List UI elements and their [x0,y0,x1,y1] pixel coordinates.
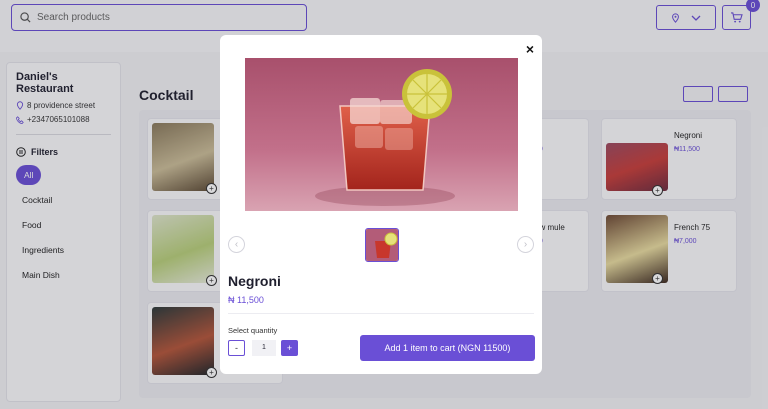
modal-divider [228,313,534,314]
product-hero-image [245,58,518,211]
negroni-photo [245,58,518,211]
product-name: Negroni [228,273,281,289]
previous-image-button[interactable]: ‹ [228,236,245,253]
quantity-label: Select quantity [228,326,278,335]
product-modal: × ‹ › Negroni ₦ 11,500 Select quantity -… [220,35,542,374]
quantity-decrease-button[interactable]: - [228,340,245,356]
negroni-thumbnail [366,229,398,261]
close-button[interactable]: × [526,41,534,57]
add-to-cart-button[interactable]: Add 1 item to cart (NGN 11500) [360,335,535,361]
quantity-increase-button[interactable]: + [281,340,298,356]
product-price: ₦ 11,500 [228,295,264,305]
next-image-button[interactable]: › [517,236,534,253]
quantity-value[interactable]: 1 [252,340,276,356]
thumbnail-selected[interactable] [365,228,399,262]
